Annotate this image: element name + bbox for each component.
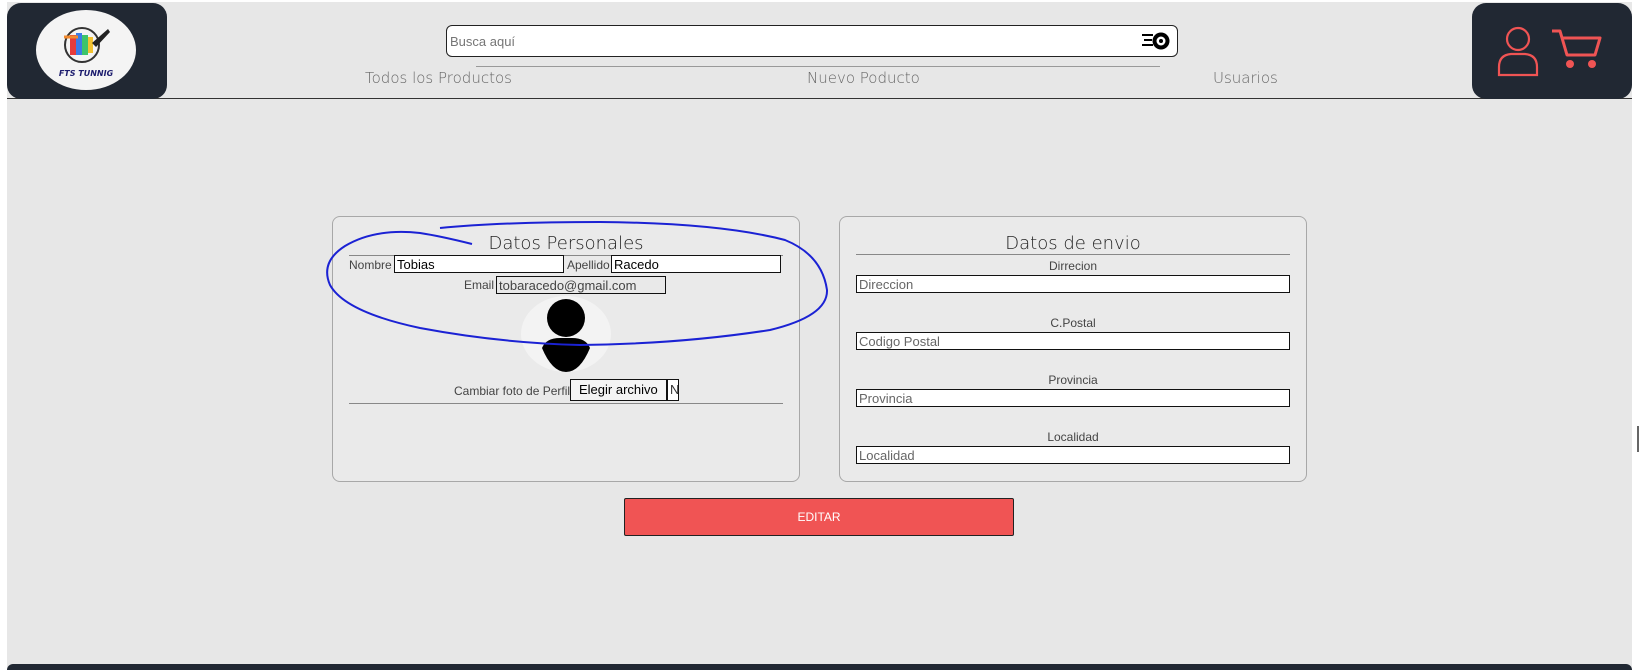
- photo-label: Cambiar foto de Perfil: [454, 384, 571, 398]
- localidad-label: Localidad: [1047, 430, 1099, 444]
- logo-text: FTS TUNNIG: [58, 69, 114, 78]
- email-label: Email: [464, 278, 495, 292]
- provincia-label: Provincia: [1048, 373, 1098, 387]
- shipping-data-title: Datos de envio: [1005, 233, 1141, 254]
- user-icon[interactable]: [1496, 25, 1540, 77]
- provincia-field[interactable]: [856, 389, 1290, 407]
- user-actions: [1472, 3, 1632, 99]
- scrollbar-indicator[interactable]: [1637, 426, 1639, 452]
- personal-data-title: Datos Personales: [488, 233, 644, 254]
- shipping-data-card: Datos de envio Dirrecion C.Postal Provin…: [839, 216, 1307, 482]
- avatar-icon: [521, 296, 611, 372]
- nav-divider: [476, 66, 1160, 67]
- nav-link-todos-productos[interactable]: Todos los Productos: [365, 69, 512, 87]
- personal-data-card: Datos Personales Nombre Apellido Email C…: [332, 216, 800, 482]
- localidad-field[interactable]: [856, 446, 1290, 464]
- page-background: [7, 2, 1632, 670]
- direccion-label: Dirrecion: [1048, 259, 1097, 273]
- nombre-field[interactable]: [394, 255, 564, 273]
- apellido-label: Apellido: [567, 258, 610, 272]
- nombre-label: Nombre: [349, 258, 392, 272]
- search-bar[interactable]: [446, 25, 1178, 57]
- codigo-postal-label: C.Postal: [1050, 316, 1096, 330]
- nav-link-usuarios[interactable]: Usuarios: [1213, 69, 1278, 87]
- brand-logo[interactable]: FTS TUNNIG: [36, 10, 136, 90]
- photo-divider: [349, 403, 783, 404]
- search-input[interactable]: [450, 31, 1130, 51]
- edit-button[interactable]: EDITAR: [624, 498, 1014, 536]
- direccion-field[interactable]: [856, 275, 1290, 293]
- cart-icon[interactable]: [1550, 27, 1602, 71]
- title-divider: [856, 254, 1290, 255]
- nav-link-nuevo-producto[interactable]: Nuevo Poducto: [807, 69, 920, 87]
- footer-bar: [7, 664, 1632, 670]
- speed-wheel-icon[interactable]: [1141, 30, 1171, 52]
- logo-container[interactable]: FTS TUNNIG: [7, 3, 167, 99]
- apellido-field[interactable]: [611, 255, 781, 273]
- logo-graphic-icon: [64, 27, 110, 63]
- choose-file-button[interactable]: Elegir archivo: [570, 379, 667, 401]
- codigo-postal-field[interactable]: [856, 332, 1290, 350]
- file-status: N: [667, 379, 679, 401]
- email-field[interactable]: [496, 276, 666, 294]
